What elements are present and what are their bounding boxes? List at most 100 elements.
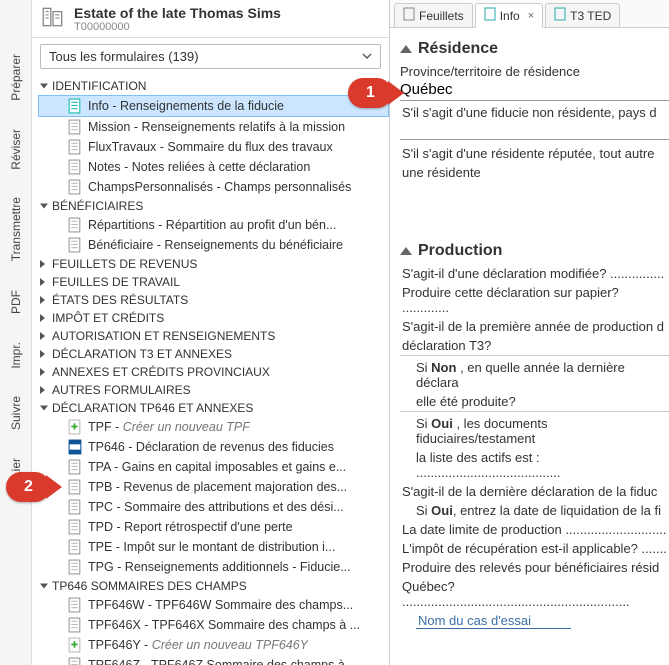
tree-item[interactable]: TPA - Gains en capital imposables et gai… (38, 457, 389, 477)
sidebar-impr[interactable]: Impr. (7, 338, 25, 373)
label-reputee-2: une résidente (400, 165, 669, 180)
tree-item-label: TP646 - Déclaration de revenus des fiduc… (88, 440, 334, 454)
tree-section[interactable]: AUTORISATION ET RENSEIGNEMENTS (38, 327, 389, 345)
tree-item[interactable]: Bénéficiaire - Renseignements du bénéfic… (38, 235, 389, 255)
form-icon (68, 597, 82, 613)
q-deadline: La date limite de production ...........… (400, 522, 669, 537)
form-icon (68, 139, 82, 155)
sidebar-suivre[interactable]: Suivre (7, 392, 25, 434)
tree-section[interactable]: IDENTIFICATION (38, 77, 389, 95)
tree-item[interactable]: TPC - Sommaire des attributions et des d… (38, 497, 389, 517)
section-production[interactable]: Production (400, 242, 669, 260)
form-icon (68, 439, 82, 455)
tree-item-label: TPF646Y - Créer un nouveau TPF646Y (88, 638, 308, 652)
tree-item[interactable]: TPF - Créer un nouveau TPF (38, 417, 389, 437)
tree-item-label: TPF646W - TPF646W Sommaire des champs... (88, 598, 353, 612)
main-area: Estate of the late Thomas Sims T00000000… (32, 0, 669, 665)
form-icon (68, 459, 82, 475)
tree-item-label: TPG - Renseignements additionnels - Fidu… (88, 560, 351, 574)
tree-item[interactable]: TPE - Impôt sur le montant de distributi… (38, 537, 389, 557)
forms-tree[interactable]: IDENTIFICATIONInfo - Renseignements de l… (32, 75, 389, 665)
section-residence[interactable]: Résidence (400, 40, 669, 58)
q-last-return: S'agit-il de la dernière déclaration de … (400, 484, 669, 499)
test-case-row: Nom du cas d'essai (400, 613, 669, 628)
tree-item[interactable]: TPF646W - TPF646W Sommaire des champs... (38, 595, 389, 615)
sidebar-reviser[interactable]: Réviser (7, 125, 25, 174)
form-icon (68, 519, 82, 535)
tree-item-label: TPE - Impôt sur le montant de distributi… (88, 540, 335, 554)
tab-t3ted[interactable]: T3 TED (545, 3, 620, 27)
form-icon (68, 539, 82, 555)
tree-section[interactable]: BÉNÉFICIAIRES (38, 197, 389, 215)
form-icon (68, 479, 82, 495)
tree-section[interactable]: ÉTATS DES RÉSULTATS (38, 291, 389, 309)
callout-marker-2: 2 (32, 472, 50, 502)
tree-item-label: TPA - Gains en capital imposables et gai… (88, 460, 346, 474)
tree-section[interactable]: FEUILLES DE TRAVAIL (38, 273, 389, 291)
q-modified: S'agit-il d'une déclaration modifiée? ..… (400, 266, 669, 281)
tree-item[interactable]: ChampsPersonnalisés - Champs personnalis… (38, 177, 389, 197)
tree-item-label: ChampsPersonnalisés - Champs personnalis… (88, 180, 351, 194)
blank-underline[interactable] (400, 124, 669, 140)
sidebar-pdf[interactable]: PDF (7, 286, 25, 318)
tree-item-label: Mission - Renseignements relatifs à la m… (88, 120, 345, 134)
label-nonresident: S'il s'agit d'une fiducie non résidente,… (400, 105, 669, 120)
callout-marker-1: 1 (348, 78, 392, 108)
q-releves-1: Produire des relevés pour bénéficiaires … (400, 560, 669, 575)
tree-item-label: FluxTravaux - Sommaire du flux des trava… (88, 140, 333, 154)
tree-item[interactable]: TPF646Y - Créer un nouveau TPF646Y (38, 635, 389, 655)
file-header: Estate of the late Thomas Sims T00000000 (32, 0, 389, 38)
tab-info[interactable]: Info × (475, 3, 543, 28)
tree-item[interactable]: TPB - Revenus de placement majoration de… (38, 477, 389, 497)
sidebar-preparer[interactable]: Préparer (7, 50, 25, 105)
tree-item[interactable]: Mission - Renseignements relatifs à la m… (38, 117, 389, 137)
form-icon (68, 617, 82, 633)
tree-item[interactable]: TPD - Report rétrospectif d'une perte (38, 517, 389, 537)
tree-section[interactable]: IMPÔT ET CRÉDITS (38, 309, 389, 327)
tree-item-label: TPD - Report rétrospectif d'une perte (88, 520, 293, 534)
q-recuperation: L'impôt de récupération est-il applicabl… (400, 541, 669, 556)
tree-item[interactable]: TPF646X - TPF646X Sommaire des champs à … (38, 615, 389, 635)
tree-item-label: TPC - Sommaire des attributions et des d… (88, 500, 344, 514)
tree-item-label: Répartitions - Répartition au profit d'u… (88, 218, 336, 232)
forms-filter-dropdown[interactable]: Tous les formulaires (139) (40, 44, 381, 69)
document-icon (554, 7, 566, 24)
tree-section[interactable]: DÉCLARATION TP646 ET ANNEXES (38, 399, 389, 417)
tree-item[interactable]: TPF646Z - TPF646Z Sommaire des champs à … (38, 655, 389, 665)
document-icon (403, 7, 415, 24)
tree-item[interactable]: TPG - Renseignements additionnels - Fidu… (38, 557, 389, 577)
chevron-up-icon (400, 45, 412, 53)
tree-item[interactable]: Notes - Notes reliées à cette déclaratio… (38, 157, 389, 177)
file-title: Estate of the late Thomas Sims (74, 5, 281, 21)
q-releves-2: Québec? ................................… (400, 579, 669, 609)
tab-feuillets[interactable]: Feuillets (394, 3, 473, 27)
forms-navigator: Estate of the late Thomas Sims T00000000… (32, 0, 390, 665)
form-icon (68, 419, 82, 435)
tree-section[interactable]: FEUILLETS DE REVENUS (38, 255, 389, 273)
close-icon[interactable]: × (528, 10, 534, 22)
sidebar-transmettre[interactable]: Transmettre (7, 193, 25, 265)
tree-item[interactable]: TP646 - Déclaration de revenus des fiduc… (38, 437, 389, 457)
tree-item[interactable]: Répartitions - Répartition au profit d'u… (38, 215, 389, 235)
test-case-input[interactable]: Nom du cas d'essai (416, 613, 571, 629)
q-if-oui-docs: Si Oui , les documents fiduciaires/testa… (400, 416, 669, 446)
document-tabs: Feuillets Info × T3 TED (390, 0, 669, 28)
form-icon (68, 179, 82, 195)
q-paper: Produire cette déclaration sur papier? .… (400, 285, 669, 315)
q-first-year-1: S'agit-il de la première année de produc… (400, 319, 669, 334)
tree-item-selected[interactable]: Info - Renseignements de la fiducie (38, 95, 389, 117)
label-province: Province/territoire de résidence (400, 64, 669, 79)
app-sidebar: Préparer Réviser Transmettre PDF Impr. S… (0, 0, 32, 665)
tree-item-label: TPF646X - TPF646X Sommaire des champs à … (88, 618, 360, 632)
form-icon (68, 98, 82, 114)
tree-section[interactable]: AUTRES FORMULAIRES (38, 381, 389, 399)
value-province[interactable]: Québec (400, 79, 669, 101)
tree-section[interactable]: TP646 SOMMAIRES DES CHAMPS (38, 577, 389, 595)
tree-section[interactable]: DÉCLARATION T3 ET ANNEXES (38, 345, 389, 363)
tree-item[interactable]: FluxTravaux - Sommaire du flux des trava… (38, 137, 389, 157)
chevron-up-icon (400, 247, 412, 255)
q-if-non: Si Non , en quelle année la dernière déc… (400, 360, 669, 390)
tree-item-label: TPF - Créer un nouveau TPF (88, 420, 250, 434)
form-icon (68, 237, 82, 253)
tree-section[interactable]: ANNEXES ET CRÉDITS PROVINCIAUX (38, 363, 389, 381)
